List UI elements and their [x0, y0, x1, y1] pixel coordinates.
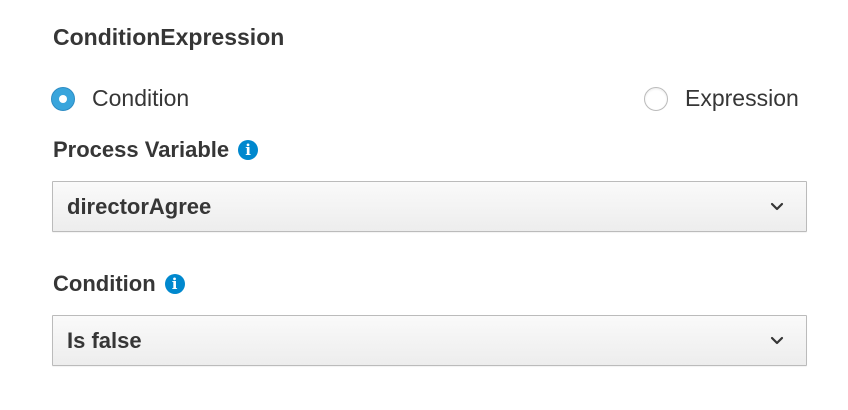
process-variable-selected-value: directorAgree — [67, 193, 212, 219]
section-title: ConditionExpression — [53, 24, 285, 50]
condition-label: Condition — [53, 271, 156, 296]
radio-label-expression: Expression — [685, 85, 799, 111]
process-variable-label-row: Process Variable i — [53, 137, 259, 163]
chevron-down-icon — [748, 331, 784, 351]
radio-checked-icon[interactable] — [51, 86, 75, 111]
radio-unchecked-icon[interactable] — [644, 86, 668, 111]
condition-selected-value: Is false — [67, 327, 142, 353]
chevron-down-icon — [748, 197, 784, 217]
process-variable-select[interactable]: directorAgree — [52, 181, 807, 232]
condition-expression-panel: ConditionExpression Condition Expression… — [0, 0, 848, 410]
process-variable-label: Process Variable — [53, 137, 230, 162]
radio-label-condition: Condition — [92, 85, 190, 111]
info-circle-icon[interactable]: i — [164, 274, 185, 294]
radio-option-expression[interactable]: Expression — [644, 85, 799, 112]
condition-select[interactable]: Is false — [52, 315, 807, 366]
radio-option-condition[interactable]: Condition — [51, 85, 189, 112]
condition-label-row: Condition i — [53, 271, 185, 297]
info-circle-icon[interactable]: i — [238, 140, 259, 160]
